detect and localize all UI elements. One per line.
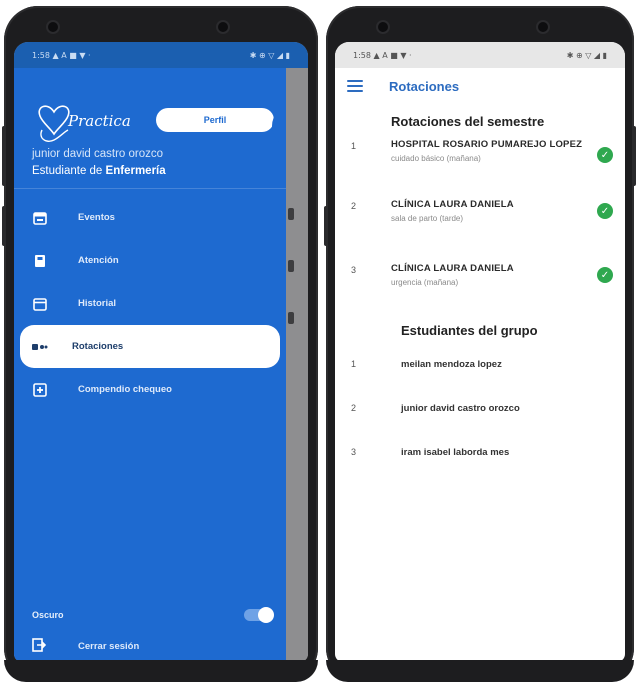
rotation-row[interactable]: 1 HOSPITAL ROSARIO PUMAREJO LOPEZ cuidad… <box>335 133 625 185</box>
student-index: 1 <box>351 359 357 369</box>
check-circle-icon: ✓ <box>597 267 613 283</box>
scrim-mark <box>288 260 294 272</box>
app-logo: Practica <box>34 100 149 146</box>
status-time: 1:58 <box>353 50 371 60</box>
status-icons-right: ✱ ⊕ ▽ ◢ ▮ <box>566 50 607 60</box>
rotation-name: HOSPITAL ROSARIO PUMAREJO LOPEZ <box>391 139 583 150</box>
menu-item-historial[interactable]: Historial <box>14 282 286 325</box>
toggle-knob <box>258 607 274 623</box>
menu-icon[interactable] <box>347 80 363 92</box>
brand-name: Practica <box>68 112 131 130</box>
status-time: 1:58 <box>32 50 50 60</box>
status-icons-right: ✱ ⊕ ▽ ◢ ▮ <box>249 50 290 60</box>
rotation-name: CLÍNICA LAURA DANIELA <box>391 199 514 210</box>
logout-button[interactable]: Cerrar sesión <box>32 638 139 654</box>
camera-icon <box>48 22 58 32</box>
drawer-header: Practica Perfil junior david castro oroz… <box>14 68 286 189</box>
student-row[interactable]: 1 meilan mendoza lopez <box>335 342 625 386</box>
student-row[interactable]: 3 iram isabel laborda mes <box>335 430 625 474</box>
menu-item-label: Compendio chequeo <box>78 384 172 395</box>
status-bar: 1:58 ▲ A ■ ▼ · ✱ ⊕ ▽ ◢ ▮ <box>14 42 308 68</box>
rotation-index: 2 <box>351 201 357 211</box>
students-heading: Estudiantes del grupo <box>401 323 538 338</box>
scrim-mark <box>288 312 294 324</box>
phone-side-button <box>2 126 6 186</box>
camera-icon <box>378 22 388 32</box>
camera-row <box>4 18 318 36</box>
rotations-heading: Rotaciones del semestre <box>391 114 545 129</box>
rotation-body: HOSPITAL ROSARIO PUMAREJO LOPEZ cuidado … <box>391 139 613 179</box>
dark-mode-label: Oscuro <box>32 610 64 620</box>
plus-square-icon <box>32 382 48 398</box>
profile-button[interactable]: Perfil <box>156 108 274 132</box>
check-circle-icon: ✓ <box>597 147 613 163</box>
camera-row <box>326 18 634 36</box>
rotation-index: 1 <box>351 141 357 151</box>
status-icons: ▲ A ■ ▼ · <box>373 50 412 60</box>
logout-icon <box>32 638 48 654</box>
menu-item-label: Rotaciones <box>72 341 124 352</box>
status-left: 1:58 ▲ A ■ ▼ · <box>32 51 91 60</box>
menu-item-label: Historial <box>78 298 117 309</box>
menu-item-label: Eventos <box>78 212 115 223</box>
rotation-detail: cuidado básico (mañana) <box>391 154 481 163</box>
rotation-row[interactable]: 3 CLÍNICA LAURA DANIELA urgencia (mañana… <box>335 257 625 309</box>
status-icons: ▲ A ■ ▼ · <box>52 50 91 60</box>
rotation-detail: urgencia (mañana) <box>391 278 459 287</box>
camera-icon <box>538 22 548 32</box>
menu-item-eventos[interactable]: Eventos <box>14 196 286 239</box>
rotation-name: CLÍNICA LAURA DANIELA <box>391 263 514 274</box>
check-circle-icon: ✓ <box>597 203 613 219</box>
phone-side-button <box>632 126 636 186</box>
left-phone-frame: 1:58 ▲ A ■ ▼ · ✱ ⊕ ▽ ◢ ▮ Practica Perfil… <box>2 6 318 682</box>
right-screen: 1:58 ▲ A ■ ▼ · ✱ ⊕ ▽ ◢ ▮ Rotaciones Rota… <box>335 42 625 662</box>
phone-side-button <box>324 206 328 246</box>
menu-item-label: Atención <box>78 255 119 266</box>
student-index: 2 <box>351 403 357 413</box>
dark-mode-toggle[interactable] <box>244 607 274 623</box>
student-name: meilan mendoza lopez <box>401 358 502 370</box>
rotation-body: CLÍNICA LAURA DANIELA urgencia (mañana) <box>391 263 613 303</box>
calendar-icon <box>32 296 48 312</box>
camera-icon <box>218 22 228 32</box>
rotation-body: CLÍNICA LAURA DANIELA sala de parto (tar… <box>391 199 613 239</box>
user-role-prefix: Estudiante de <box>32 165 103 177</box>
phone-chin <box>4 660 318 682</box>
logout-label: Cerrar sesión <box>78 640 140 652</box>
scrim-mark <box>288 208 294 220</box>
left-screen: 1:58 ▲ A ■ ▼ · ✱ ⊕ ▽ ◢ ▮ Practica Perfil… <box>14 42 308 662</box>
drawer-menu: Eventos Atención Historial Rotaciones Co… <box>14 196 286 411</box>
phone-side-button <box>2 206 6 246</box>
student-row[interactable]: 2 junior david castro orozco <box>335 386 625 430</box>
rotation-index: 3 <box>351 265 357 275</box>
status-bar: 1:58 ▲ A ■ ▼ · ✱ ⊕ ▽ ◢ ▮ <box>335 42 625 68</box>
user-role-area: Enfermería <box>105 165 166 177</box>
rotation-row[interactable]: 2 CLÍNICA LAURA DANIELA sala de parto (t… <box>335 193 625 245</box>
rotation-detail: sala de parto (tarde) <box>391 214 464 223</box>
page-title: Rotaciones <box>389 78 460 94</box>
app-bar: Rotaciones <box>335 68 625 104</box>
user-role: Estudiante de Enfermería <box>32 165 166 177</box>
drawer-scrim[interactable] <box>286 68 308 662</box>
dark-mode-row: Oscuro <box>32 604 274 626</box>
student-name: iram isabel laborda mes <box>401 446 510 458</box>
student-name: junior david castro orozco <box>401 402 520 414</box>
user-name: junior david castro orozco <box>32 148 164 160</box>
status-left: 1:58 ▲ A ■ ▼ · <box>353 51 412 60</box>
phone-chin <box>326 660 634 682</box>
menu-item-compendio[interactable]: Compendio chequeo <box>14 368 286 411</box>
menu-item-atencion[interactable]: Atención <box>14 239 286 282</box>
rotation-icon <box>32 339 48 355</box>
student-index: 3 <box>351 447 357 457</box>
calendar-card-icon <box>32 210 48 226</box>
right-phone-frame: 1:58 ▲ A ■ ▼ · ✱ ⊕ ▽ ◢ ▮ Rotaciones Rota… <box>324 6 636 682</box>
clipboard-icon <box>32 253 48 269</box>
menu-item-rotaciones[interactable]: Rotaciones <box>20 325 280 368</box>
navigation-drawer: Practica Perfil junior david castro oroz… <box>14 68 286 662</box>
